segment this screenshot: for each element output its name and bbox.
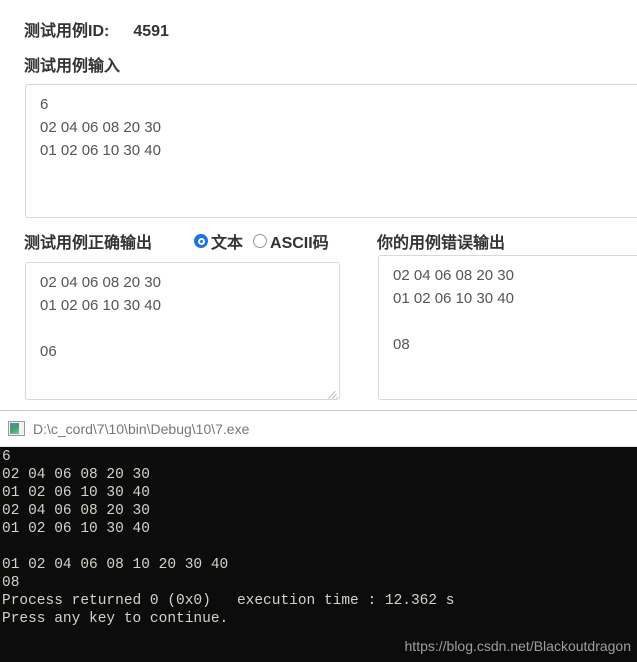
radio-selected-icon[interactable] [194, 234, 208, 248]
correct-output-label: 测试用例正确输出 [24, 235, 153, 252]
wrong-output-textarea[interactable] [378, 255, 637, 400]
wrong-output-label: 你的用例错误输出 [377, 235, 506, 252]
radio-option-ascii[interactable]: ASCII码 [253, 229, 329, 253]
console-title-text: D:\c_cord\7\10\bin\Debug\10\7.exe [33, 420, 250, 437]
test-case-form-panel: 测试用例ID: 4591 测试用例输入 测试用例正确输出 文本 ASCII码 你的… [0, 0, 637, 410]
radio-option-text-label: 文本 [211, 235, 244, 252]
radio-option-text[interactable]: 文本 [194, 229, 243, 253]
console-window-icon [8, 421, 25, 436]
console-titlebar[interactable]: D:\c_cord\7\10\bin\Debug\10\7.exe [0, 410, 637, 447]
correct-output-textarea[interactable] [25, 262, 340, 400]
radio-option-ascii-label: ASCII码 [270, 235, 329, 252]
test-case-id-label: 测试用例ID: [24, 23, 110, 40]
radio-unselected-icon[interactable] [253, 234, 268, 248]
test-case-id-value: 4591 [133, 23, 169, 40]
test-case-input-textarea[interactable] [25, 84, 637, 218]
output-format-radio-group: 文本 ASCII码 [194, 229, 329, 253]
test-case-id-row: 测试用例ID: 4591 [24, 17, 169, 41]
test-case-input-label: 测试用例输入 [24, 58, 121, 75]
watermark-url: https://blog.csdn.net/Blackoutdragon [404, 638, 631, 654]
console-output-text: 6 02 04 06 08 20 30 01 02 06 10 30 40 02… [0, 447, 637, 662]
console-window: D:\c_cord\7\10\bin\Debug\10\7.exe 6 02 0… [0, 410, 637, 662]
